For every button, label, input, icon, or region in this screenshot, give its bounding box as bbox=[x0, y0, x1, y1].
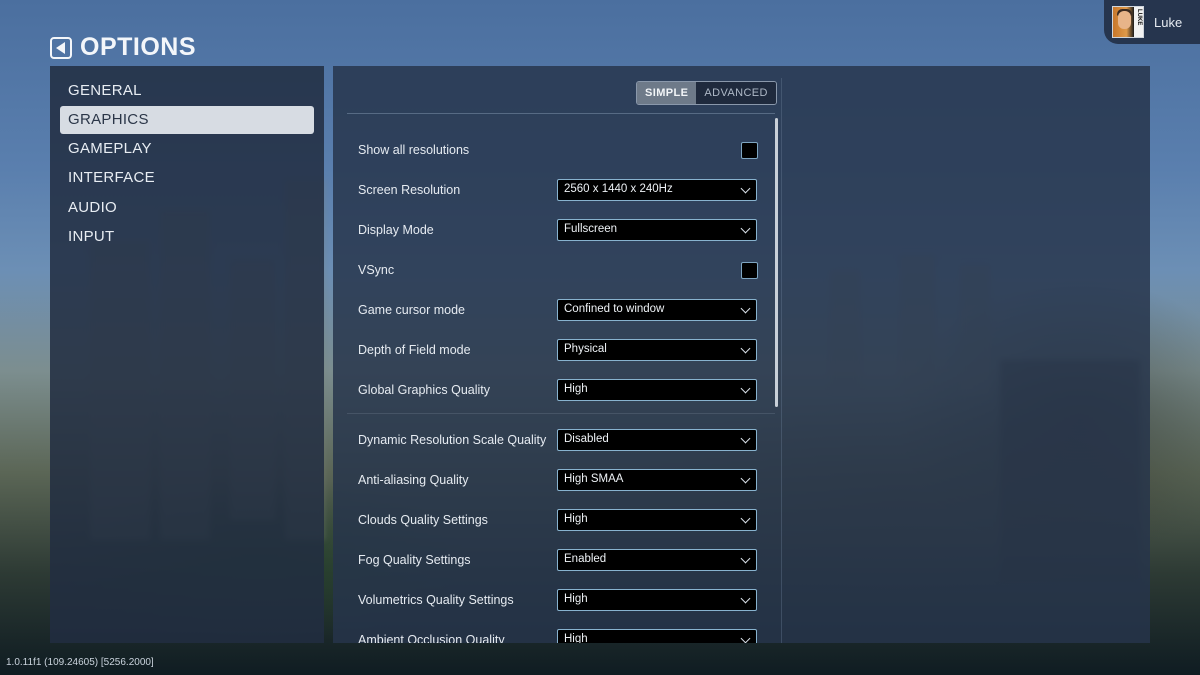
setting-label: Display Mode bbox=[358, 223, 434, 237]
setting-label: Fog Quality Settings bbox=[358, 553, 471, 567]
chevron-down-icon bbox=[740, 473, 751, 484]
setting-row-vsync: VSync bbox=[358, 259, 758, 285]
dropdown-value: Enabled bbox=[564, 553, 607, 565]
setting-label: Global Graphics Quality bbox=[358, 383, 491, 397]
dropdown-value: High bbox=[564, 513, 588, 525]
chevron-down-icon bbox=[740, 183, 751, 194]
setting-row-show-all-resolutions: Show all resolutions bbox=[358, 139, 758, 165]
options-sidebar: GENERAL GRAPHICS GAMEPLAY INTERFACE AUDI… bbox=[50, 66, 324, 643]
setting-row-game-cursor-mode: Game cursor mode Confined to window bbox=[358, 299, 758, 325]
dropdown-value: Physical bbox=[564, 343, 607, 355]
anti-aliasing-quality-dropdown[interactable]: High SMAA bbox=[557, 469, 757, 491]
dynamic-resolution-scale-quality-dropdown[interactable]: Disabled bbox=[557, 429, 757, 451]
dropdown-value: High bbox=[564, 383, 588, 395]
tab-advanced[interactable]: ADVANCED bbox=[696, 82, 776, 104]
setting-label: VSync bbox=[358, 263, 395, 277]
version-label: 1.0.11f1 (109.24605) [5256.2000] bbox=[6, 657, 154, 668]
display-mode-dropdown[interactable]: Fullscreen bbox=[557, 219, 757, 241]
game-cursor-mode-dropdown[interactable]: Confined to window bbox=[557, 299, 757, 321]
avatar: LUKE bbox=[1112, 6, 1144, 38]
global-graphics-quality-dropdown[interactable]: High bbox=[557, 379, 757, 401]
setting-row-dynamic-resolution-scale-quality: Dynamic Resolution Scale Quality Disable… bbox=[358, 429, 758, 455]
volumetrics-quality-settings-dropdown[interactable]: High bbox=[557, 589, 757, 611]
show-all-resolutions-checkbox[interactable] bbox=[741, 142, 758, 159]
clouds-quality-settings-dropdown[interactable]: High bbox=[557, 509, 757, 531]
setting-label: Clouds Quality Settings bbox=[358, 513, 488, 527]
chevron-down-icon bbox=[740, 383, 751, 394]
setting-row-fog-quality-settings: Fog Quality Settings Enabled bbox=[358, 549, 758, 575]
header: OPTIONS bbox=[50, 33, 196, 62]
setting-label: Anti-aliasing Quality bbox=[358, 473, 469, 487]
settings-panel: SIMPLE ADVANCED Show all resolutions Scr… bbox=[333, 66, 1150, 643]
dropdown-value: High SMAA bbox=[564, 473, 624, 485]
dropdown-value: High bbox=[564, 593, 588, 605]
setting-label: Depth of Field mode bbox=[358, 343, 471, 357]
chevron-down-icon bbox=[740, 433, 751, 444]
sidebar-item-audio[interactable]: AUDIO bbox=[60, 194, 314, 222]
chevron-down-icon bbox=[740, 303, 751, 314]
vsync-checkbox[interactable] bbox=[741, 262, 758, 279]
setting-row-volumetrics-quality-settings: Volumetrics Quality Settings High bbox=[358, 589, 758, 615]
chevron-down-icon bbox=[740, 633, 751, 643]
depth-of-field-mode-dropdown[interactable]: Physical bbox=[557, 339, 757, 361]
avatar-tag: LUKE bbox=[1136, 9, 1142, 26]
ambient-occlusion-quality-dropdown[interactable]: High bbox=[557, 629, 757, 643]
dropdown-value: 2560 x 1440 x 240Hz bbox=[564, 183, 673, 195]
scrollbar[interactable] bbox=[775, 118, 778, 643]
tab-simple[interactable]: SIMPLE bbox=[637, 82, 697, 104]
setting-label: Volumetrics Quality Settings bbox=[358, 593, 514, 607]
chevron-down-icon bbox=[740, 553, 751, 564]
chevron-down-icon bbox=[740, 343, 751, 354]
setting-row-global-graphics-quality: Global Graphics Quality High bbox=[358, 379, 758, 405]
setting-row-clouds-quality-settings: Clouds Quality Settings High bbox=[358, 509, 758, 535]
dropdown-value: High bbox=[564, 633, 588, 643]
scrollbar-thumb[interactable] bbox=[775, 118, 778, 407]
user-profile[interactable]: LUKE Luke bbox=[1104, 0, 1200, 44]
settings-list: Show all resolutions Screen Resolution 2… bbox=[333, 114, 783, 643]
sidebar-item-graphics[interactable]: GRAPHICS bbox=[60, 106, 314, 134]
username: Luke bbox=[1154, 14, 1183, 30]
page-title: OPTIONS bbox=[80, 33, 197, 61]
section-divider bbox=[347, 413, 775, 414]
setting-label: Ambient Occlusion Quality bbox=[358, 633, 505, 643]
setting-label: Show all resolutions bbox=[358, 143, 470, 157]
sidebar-item-general[interactable]: GENERAL bbox=[60, 77, 314, 105]
chevron-down-icon bbox=[740, 223, 751, 234]
mode-tabs: SIMPLE ADVANCED bbox=[636, 81, 777, 105]
sidebar-item-gameplay[interactable]: GAMEPLAY bbox=[60, 135, 314, 163]
sidebar-item-input[interactable]: INPUT bbox=[60, 223, 314, 251]
dropdown-value: Confined to window bbox=[564, 303, 665, 315]
setting-label: Dynamic Resolution Scale Quality bbox=[358, 433, 547, 447]
back-button[interactable] bbox=[50, 36, 72, 59]
setting-row-depth-of-field-mode: Depth of Field mode Physical bbox=[358, 339, 758, 365]
setting-row-anti-aliasing-quality: Anti-aliasing Quality High SMAA bbox=[358, 469, 758, 495]
back-arrow-icon bbox=[55, 41, 65, 54]
screen-resolution-dropdown[interactable]: 2560 x 1440 x 240Hz bbox=[557, 179, 757, 201]
setting-row-screen-resolution: Screen Resolution 2560 x 1440 x 240Hz bbox=[358, 179, 758, 205]
setting-row-display-mode: Display Mode Fullscreen bbox=[358, 219, 758, 245]
dropdown-value: Disabled bbox=[564, 433, 609, 445]
dropdown-value: Fullscreen bbox=[564, 223, 618, 235]
chevron-down-icon bbox=[740, 593, 751, 604]
setting-label: Screen Resolution bbox=[358, 183, 461, 197]
sidebar-item-interface[interactable]: INTERFACE bbox=[60, 164, 314, 192]
fog-quality-settings-dropdown[interactable]: Enabled bbox=[557, 549, 757, 571]
setting-row-ambient-occlusion-quality: Ambient Occlusion Quality High bbox=[358, 629, 758, 643]
setting-label: Game cursor mode bbox=[358, 303, 465, 317]
chevron-down-icon bbox=[740, 513, 751, 524]
